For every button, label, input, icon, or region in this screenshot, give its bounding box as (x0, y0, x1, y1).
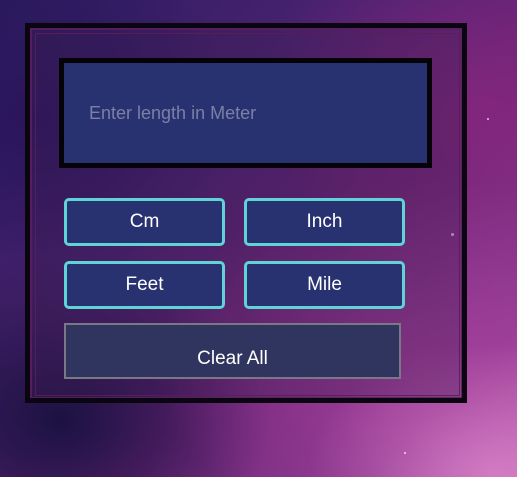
meter-input[interactable] (64, 63, 427, 163)
feet-button[interactable]: Feet (64, 261, 225, 309)
star-decoration (487, 118, 489, 120)
star-decoration (404, 452, 406, 454)
cm-button[interactable]: Cm (64, 198, 225, 246)
mile-button[interactable]: Mile (244, 261, 405, 309)
inch-button[interactable]: Inch (244, 198, 405, 246)
length-display (59, 58, 432, 168)
page-background: { "converter": { "input": { "placeholder… (0, 0, 517, 477)
clear-all-button[interactable]: Clear All (64, 323, 401, 379)
